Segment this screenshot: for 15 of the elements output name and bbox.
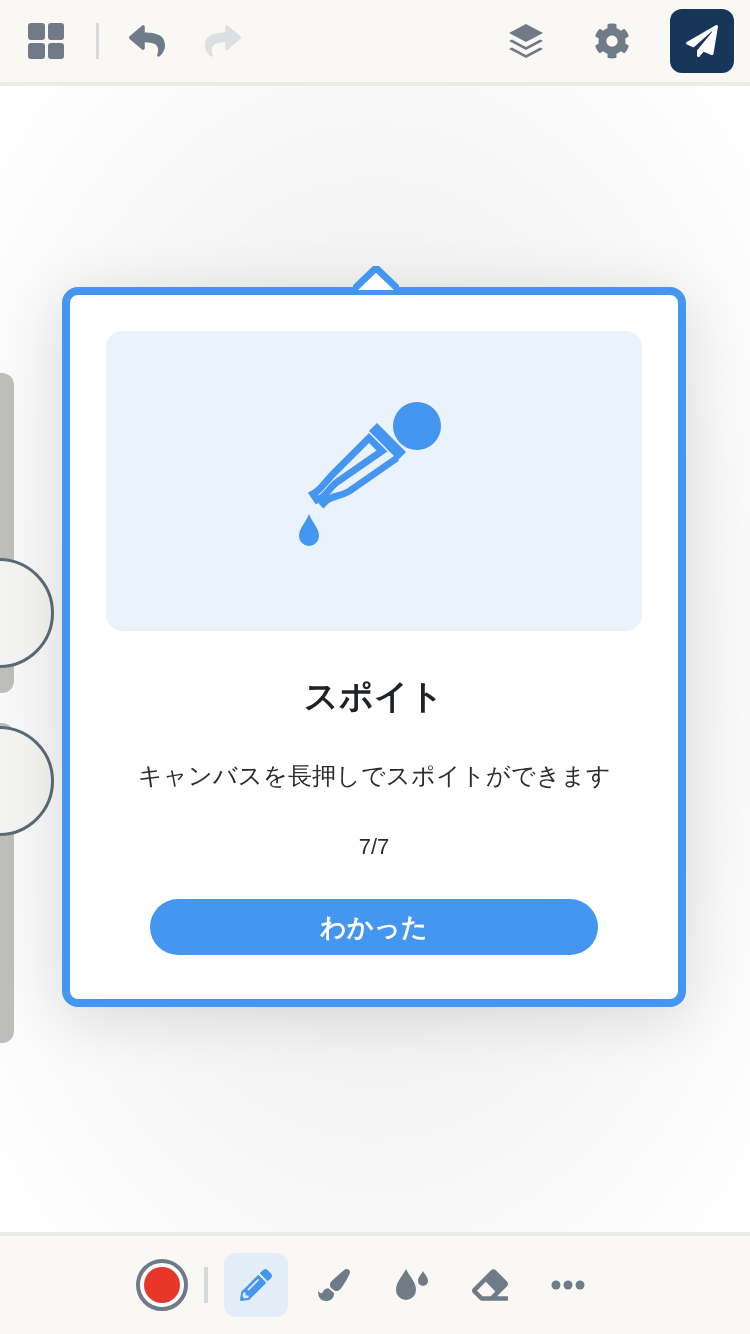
color-swatch[interactable] — [136, 1259, 188, 1311]
page-indicator: 7/7 — [358, 833, 390, 861]
grid-icon[interactable] — [28, 23, 64, 59]
paper-plane-icon — [686, 25, 718, 57]
popup-pointer — [353, 266, 399, 290]
send-button[interactable] — [670, 9, 734, 73]
tool-button[interactable] — [224, 1253, 288, 1317]
more-icon — [551, 1280, 585, 1290]
canvas[interactable]: スポイト キャンバスを長押しでスポイトができます 7/7 わかった — [0, 86, 750, 1232]
pencil-icon — [240, 1269, 272, 1301]
eraser-icon — [472, 1267, 508, 1303]
settings-icon[interactable] — [594, 23, 630, 59]
popup-title: スポイト — [304, 676, 444, 717]
brush-icon — [318, 1269, 350, 1301]
popup-description: キャンバスを長押しでスポイトができます — [137, 761, 611, 791]
